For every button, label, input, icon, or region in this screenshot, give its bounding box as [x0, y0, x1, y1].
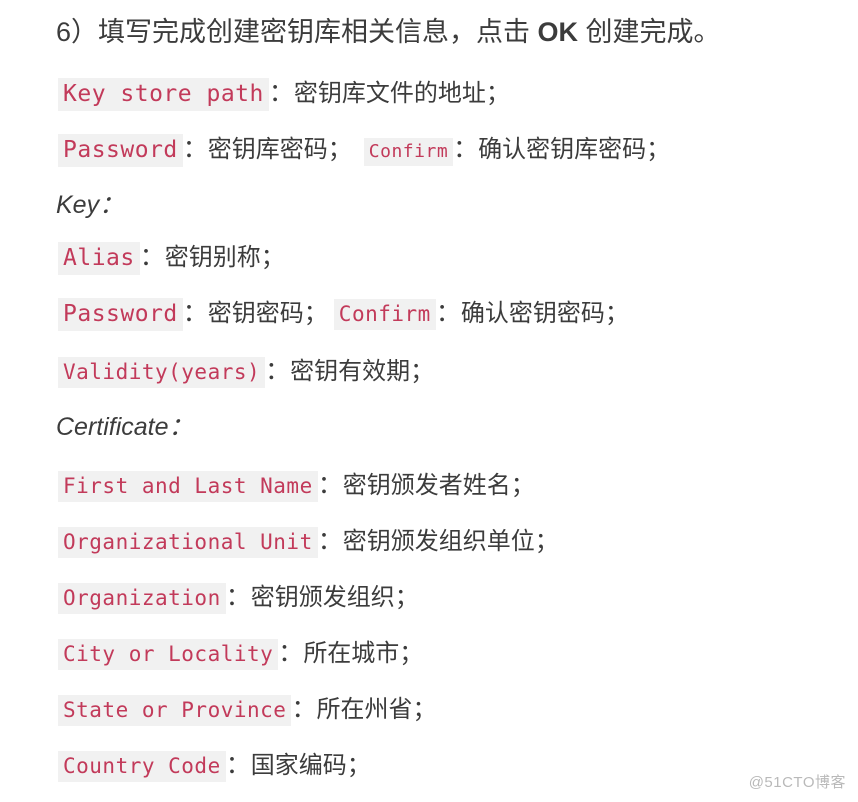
field-description: 密钥颁发组织；: [250, 584, 419, 611]
field-description: 确认密钥库密码；: [478, 136, 671, 163]
field-name-code: Password: [58, 298, 183, 331]
colon-separator: ：: [278, 639, 304, 667]
field-name-code: Alias: [58, 242, 140, 275]
field-row-cert-country-code: Country Code ：国家编码；: [58, 748, 371, 786]
colon-separator: ：: [435, 299, 461, 327]
page-title-suffix: 创建完成。: [578, 17, 721, 47]
field-row-key-alias: Alias ：密钥别称；: [58, 240, 285, 278]
colon-separator: ：: [225, 583, 251, 611]
field-row-cert-organizational-unit: Organizational Unit ：密钥颁发组织单位；: [58, 524, 559, 562]
watermark: @51CTO博客: [748, 774, 846, 791]
field-name-code: Password: [58, 134, 183, 167]
field-name-code: Confirm: [363, 138, 454, 166]
field-row-key-validity: Validity(years) ：密钥有效期；: [58, 354, 434, 392]
field-row-cert-state-or-province: State or Province ：所在州省；: [58, 692, 436, 730]
field-description: 所在城市；: [303, 640, 424, 667]
field-description: 密钥密码；: [207, 300, 328, 327]
colon-separator: ：: [291, 695, 317, 723]
field-name-code: Organizational Unit: [58, 527, 318, 558]
section-heading-section-certificate: Certificate：: [56, 413, 194, 441]
field-description: 密钥有效期；: [290, 358, 435, 385]
field-row-key-password: Password ：密钥密码； Confirm ：确认密钥密码；: [58, 296, 629, 334]
field-description: 密钥颁发组织单位；: [342, 528, 559, 555]
field-name-code: State or Province: [58, 695, 292, 726]
field-row-cert-first-and-last-name: First and Last Name ：密钥颁发者姓名；: [58, 468, 535, 506]
field-description: 密钥颁发者姓名；: [342, 472, 535, 499]
field-description: 密钥库密码；: [207, 136, 352, 163]
colon-separator: ：: [182, 299, 208, 327]
field-description: 国家编码；: [250, 752, 371, 779]
field-name-code: Key store path: [58, 78, 269, 111]
section-heading-section-key: Key：: [56, 191, 125, 219]
field-row-cert-city-or-locality: City or Locality ：所在城市；: [58, 636, 423, 674]
colon-separator: ：: [317, 527, 343, 555]
page-title-prefix: 6）填写完成创建密钥库相关信息，点击: [56, 17, 538, 47]
document-page: 6）填写完成创建密钥库相关信息，点击 OK 创建完成。 Key store pa…: [0, 0, 858, 802]
field-description: 确认密钥密码；: [460, 300, 629, 327]
field-name-code: First and Last Name: [58, 471, 318, 502]
colon-separator: ：: [317, 471, 343, 499]
colon-separator: ：: [139, 243, 165, 271]
field-name-code: City or Locality: [58, 639, 279, 670]
page-title-emphasis: OK: [537, 17, 579, 47]
field-name-code: Validity(years): [58, 357, 266, 388]
field-description: 密钥库文件的地址；: [293, 80, 510, 107]
field-row-keystore-password: Password ：密钥库密码； Confirm ：确认密钥库密码；: [58, 132, 670, 170]
colon-separator: ：: [265, 357, 291, 385]
colon-separator: ：: [268, 79, 294, 107]
field-description: 密钥别称；: [164, 244, 285, 271]
field-row-cert-organization: Organization ：密钥颁发组织；: [58, 580, 419, 618]
field-name-code: Confirm: [333, 299, 436, 330]
page-title: 6）填写完成创建密钥库相关信息，点击 OK 创建完成。: [56, 14, 721, 50]
colon-separator: ：: [453, 135, 479, 163]
field-name-code: Country Code: [58, 751, 226, 782]
colon-separator: ：: [182, 135, 208, 163]
colon-separator: ：: [225, 751, 251, 779]
field-name-code: Organization: [58, 583, 226, 614]
field-description: 所在州省；: [316, 696, 437, 723]
field-row-key-store-path: Key store path ：密钥库文件的地址；: [58, 76, 510, 114]
